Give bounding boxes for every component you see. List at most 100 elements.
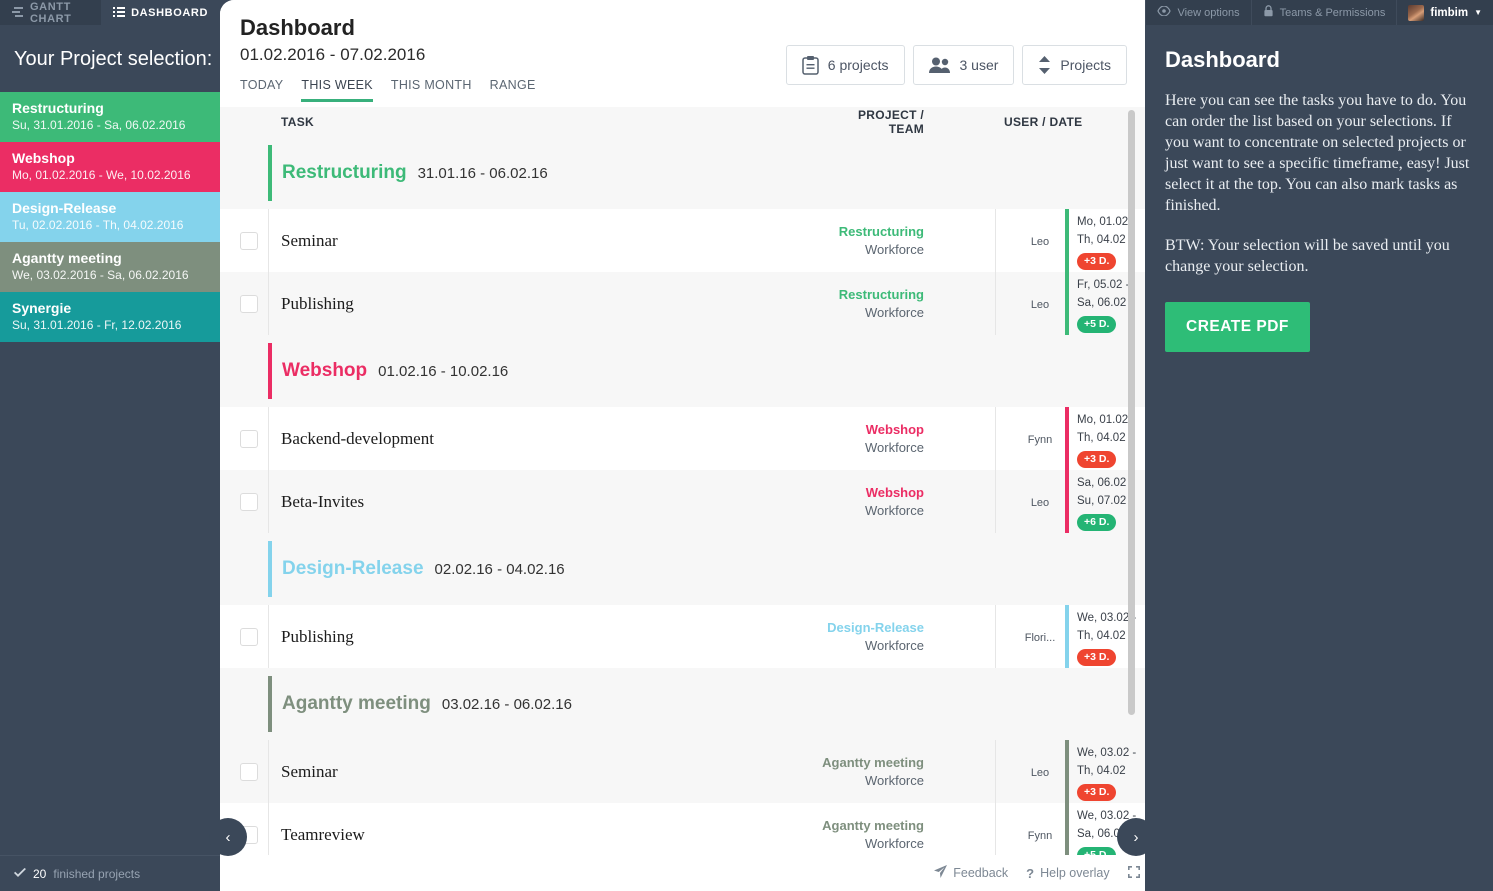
task-name: Publishing [281,626,354,646]
project-color-stripe [1065,272,1069,335]
task-project: Agantty meeting [822,754,924,770]
task-name: Teamreview [281,824,365,844]
header-button-label: 3 user [959,57,999,73]
finished-projects-count: 20 [33,866,47,881]
nav-tab-gantt-chart[interactable]: GANTT CHART [0,0,102,25]
sort-updown-icon [1038,56,1051,74]
header-button-3-user[interactable]: 3 user [912,45,1015,85]
create-pdf-button[interactable]: CREATE PDF [1165,302,1310,352]
project-color-stripe [1065,470,1069,533]
task-group-header: Restructuring 31.01.16 - 06.02.16 [220,137,1145,209]
task-team: Workforce [865,637,924,653]
scrollbar-thumb[interactable] [1128,110,1135,715]
feedback-label: Feedback [953,866,1009,880]
avatar [1408,4,1425,21]
table-row[interactable]: Seminar Agantty meeting Workforce Leo We, 03… [220,740,1145,803]
project-team-cell: Restructuring Workforce [800,223,924,259]
user-menu[interactable]: fimbim ▼ [1396,0,1493,25]
task-group-header: Agantty meeting 03.02.16 - 06.02.16 [220,668,1145,740]
group-dates: 31.01.16 - 06.02.16 [417,164,548,182]
project-color-stripe [1065,605,1069,668]
finished-projects-link[interactable]: 20 finished projects [0,855,220,891]
table-row[interactable]: Beta-Invites Webshop Workforce Leo Sa, 06.02… [220,470,1145,533]
row-divider [268,740,269,803]
task-duration-badge: +3 D. [1077,648,1117,666]
task-date-range: Fr, 05.02 - Sa, 06.02 [1077,278,1130,309]
nav-tab-dashboard[interactable]: DASHBOARD [101,0,220,25]
header-button-label: 6 projects [827,57,889,73]
task-team: Workforce [865,835,924,851]
project-team-cell: Webshop Workforce [800,421,924,457]
row-divider [268,407,269,470]
user-date-cell: Flori... We, 03.02 - Th, 04.02+3 D. [995,605,1145,668]
feedback-button[interactable]: Feedback [934,865,1008,881]
task-checkbox[interactable] [240,627,258,646]
scroll-left-button[interactable]: ‹ [209,818,247,856]
column-divider [995,803,996,855]
task-team: Workforce [865,772,924,788]
group-dates: 02.02.16 - 04.02.16 [434,560,565,578]
period-tab[interactable]: RANGE [490,78,536,102]
column-divider [995,272,996,335]
row-divider [268,470,269,533]
period-tab[interactable]: THIS WEEK [301,78,373,102]
table-row[interactable]: Publishing Design-Release Workforce Flori..… [220,605,1145,668]
user-date-cell: Fynn Mo, 01.02 - Th, 04.02 +3 D. [995,407,1145,470]
group-color-bar [268,145,272,201]
task-list-scrollbar[interactable] [1128,110,1135,852]
column-divider [995,209,996,272]
task-duration-badge: +6 D. [1077,513,1117,531]
help-overlay-button[interactable]: ? Help overlay [1026,866,1109,881]
left-sidebar: GANTT CHART DASHBOARD Your Project selec… [0,0,220,891]
task-checkbox[interactable] [240,762,258,781]
sidebar-project-dates: We, 03.02.2016 - Sa, 06.02.2016 [12,268,189,282]
column-divider [995,605,996,668]
group-name: Design-Release [282,558,424,579]
task-user: Leo [1022,232,1058,250]
group-dates: 03.02.16 - 06.02.16 [441,695,572,713]
task-group-header: Design-Release 02.02.16 - 04.02.16 [220,533,1145,605]
task-project: Design-Release [827,619,924,635]
user-name: Leo [1030,496,1050,509]
column-divider [995,740,996,803]
task-table: TASK PROJECT / TEAM USER / DATE Restruct… [220,107,1145,855]
task-team: Workforce [865,502,924,518]
row-divider [268,209,269,272]
group-color-bar [268,541,272,597]
project-team-cell: Agantty meeting Workforce [800,817,924,853]
sidebar-project-item[interactable]: Synergie Su, 31.01.2016 - Fr, 12.02.2016 [0,292,220,342]
teams-permissions-button[interactable]: Teams & Permissions [1250,0,1397,25]
page-title: Dashboard [240,15,355,40]
task-team: Workforce [865,439,924,455]
right-panel-paragraph: BTW: Your selection will be saved until … [1165,237,1450,275]
period-tab[interactable]: TODAY [240,78,283,102]
group-name: Restructuring [282,162,407,183]
view-options-button[interactable]: View options [1145,0,1250,25]
header-button-projects[interactable]: Projects [1022,45,1127,85]
period-tab[interactable]: THIS MONTH [391,78,472,102]
task-name: Backend-development [281,428,434,448]
main-nav-tabs: GANTT CHART DASHBOARD [0,0,220,25]
sidebar-project-item[interactable]: Webshop Mo, 01.02.2016 - We, 10.02.2016 [0,142,220,192]
table-row[interactable]: Backend-development Webshop Workforce Fynn M… [220,407,1145,470]
project-color-stripe [1065,209,1069,272]
sidebar-project-item[interactable]: Restructuring Su, 31.01.2016 - Sa, 06.02.… [0,92,220,142]
table-row[interactable]: Publishing Restructuring Workforce Leo Fr, 0… [220,272,1145,335]
gantt-icon [12,7,24,18]
sidebar-project-item[interactable]: Design-Release Tu, 02.02.2016 - Th, 04.02… [0,192,220,242]
task-checkbox[interactable] [240,492,258,511]
app-root: GANTT CHART DASHBOARD Your Project selec… [0,0,1493,891]
right-panel-toolbar: View options Teams & Permissions fimbim … [1145,0,1493,25]
table-row[interactable]: Teamreview Agantty meeting Workforce Fynn We… [220,803,1145,855]
task-checkbox[interactable] [240,294,258,313]
task-user: Fynn [1022,826,1058,844]
task-checkbox[interactable] [240,429,258,448]
user-name: Flori... [1024,631,1056,644]
table-row[interactable]: Seminar Restructuring Workforce Leo Mo, 01.0… [220,209,1145,272]
task-checkbox[interactable] [240,231,258,250]
header-button-6-projects[interactable]: 6 projects [785,45,905,85]
sidebar-project-item[interactable]: Agantty meeting We, 03.02.2016 - Sa, 06.0… [0,242,220,292]
nav-tab-gantt-chart-label: GANTT CHART [30,0,72,25]
project-team-cell: Design-Release Workforce [800,619,924,655]
sidebar-project-name: Restructuring [12,100,104,116]
